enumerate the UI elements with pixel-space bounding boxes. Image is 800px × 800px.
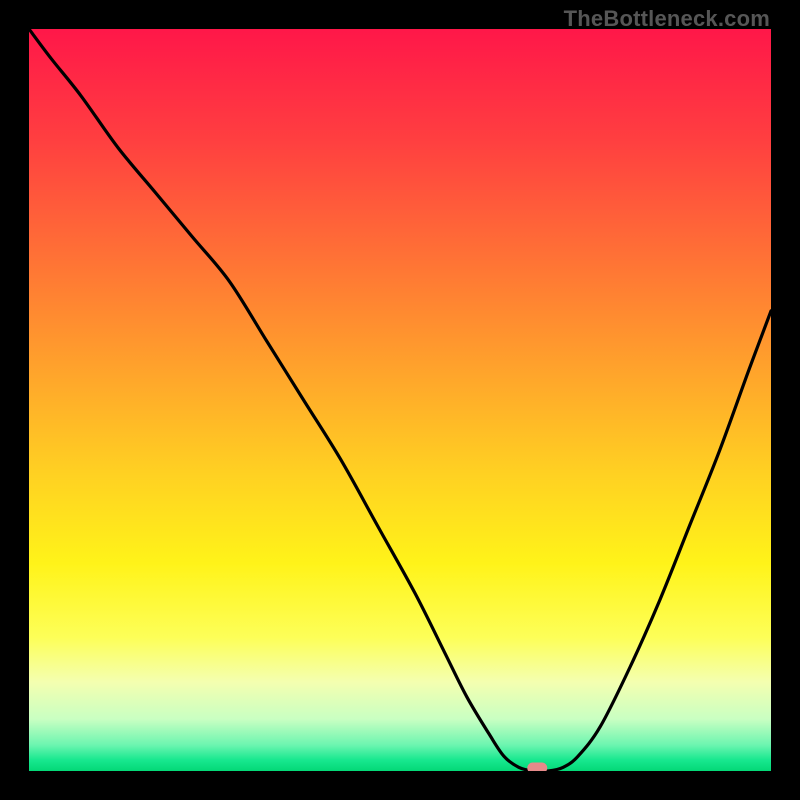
markers-group bbox=[527, 763, 547, 771]
gradient-background bbox=[29, 29, 771, 771]
optimal-point bbox=[527, 763, 547, 771]
plot-area bbox=[29, 29, 771, 771]
watermark-text: TheBottleneck.com bbox=[564, 6, 770, 32]
bottleneck-chart bbox=[29, 29, 771, 771]
chart-frame: TheBottleneck.com bbox=[0, 0, 800, 800]
